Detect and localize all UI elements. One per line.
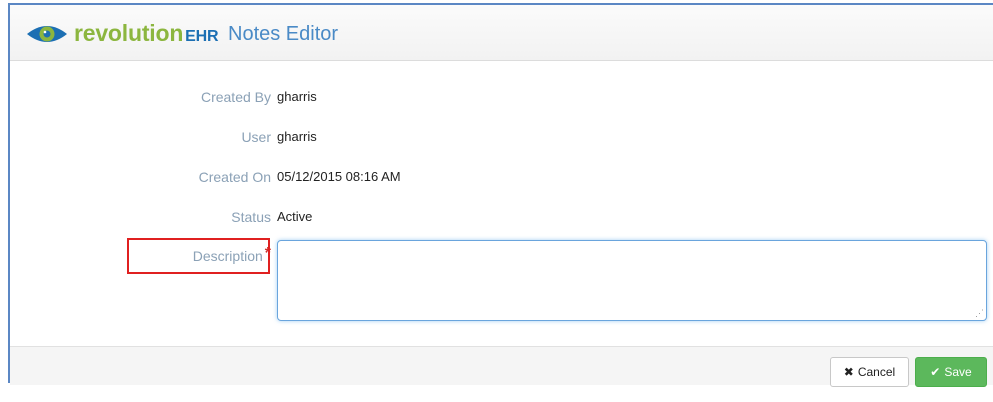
cancel-button[interactable]: ✖ Cancel xyxy=(830,357,909,387)
created-on-label: Created On xyxy=(198,169,271,185)
status-value: Active xyxy=(277,209,313,224)
dialog-header: revolution EHR Notes Editor xyxy=(10,5,993,61)
brand-logo: revolution EHR xyxy=(74,19,219,51)
check-icon: ✔ xyxy=(930,365,941,379)
description-highlight-box xyxy=(127,238,270,274)
eye-logo-icon xyxy=(27,26,67,42)
brand-main-text: revolution xyxy=(74,20,184,46)
description-field[interactable] xyxy=(277,240,987,321)
user-value: gharris xyxy=(277,129,317,144)
cancel-label: Cancel xyxy=(857,365,896,379)
dialog-footer: ✖ Cancel ✔ Save xyxy=(10,346,993,387)
save-button[interactable]: ✔ Save xyxy=(915,357,987,387)
save-label: Save xyxy=(944,365,972,379)
created-by-value: gharris xyxy=(277,89,317,104)
created-on-value: 05/12/2015 08:16 AM xyxy=(277,169,401,184)
close-icon: ✖ xyxy=(843,365,854,379)
dialog-title: Notes Editor xyxy=(228,23,339,45)
status-label: Status xyxy=(231,209,271,225)
created-by-label: Created By xyxy=(200,89,271,105)
resize-grip-icon[interactable]: ⋰ xyxy=(975,309,984,318)
brand-suffix-text: EHR xyxy=(185,28,219,45)
user-label: User xyxy=(241,129,271,145)
notes-editor-dialog: revolution EHR Notes Editor Created By gh… xyxy=(8,3,993,387)
